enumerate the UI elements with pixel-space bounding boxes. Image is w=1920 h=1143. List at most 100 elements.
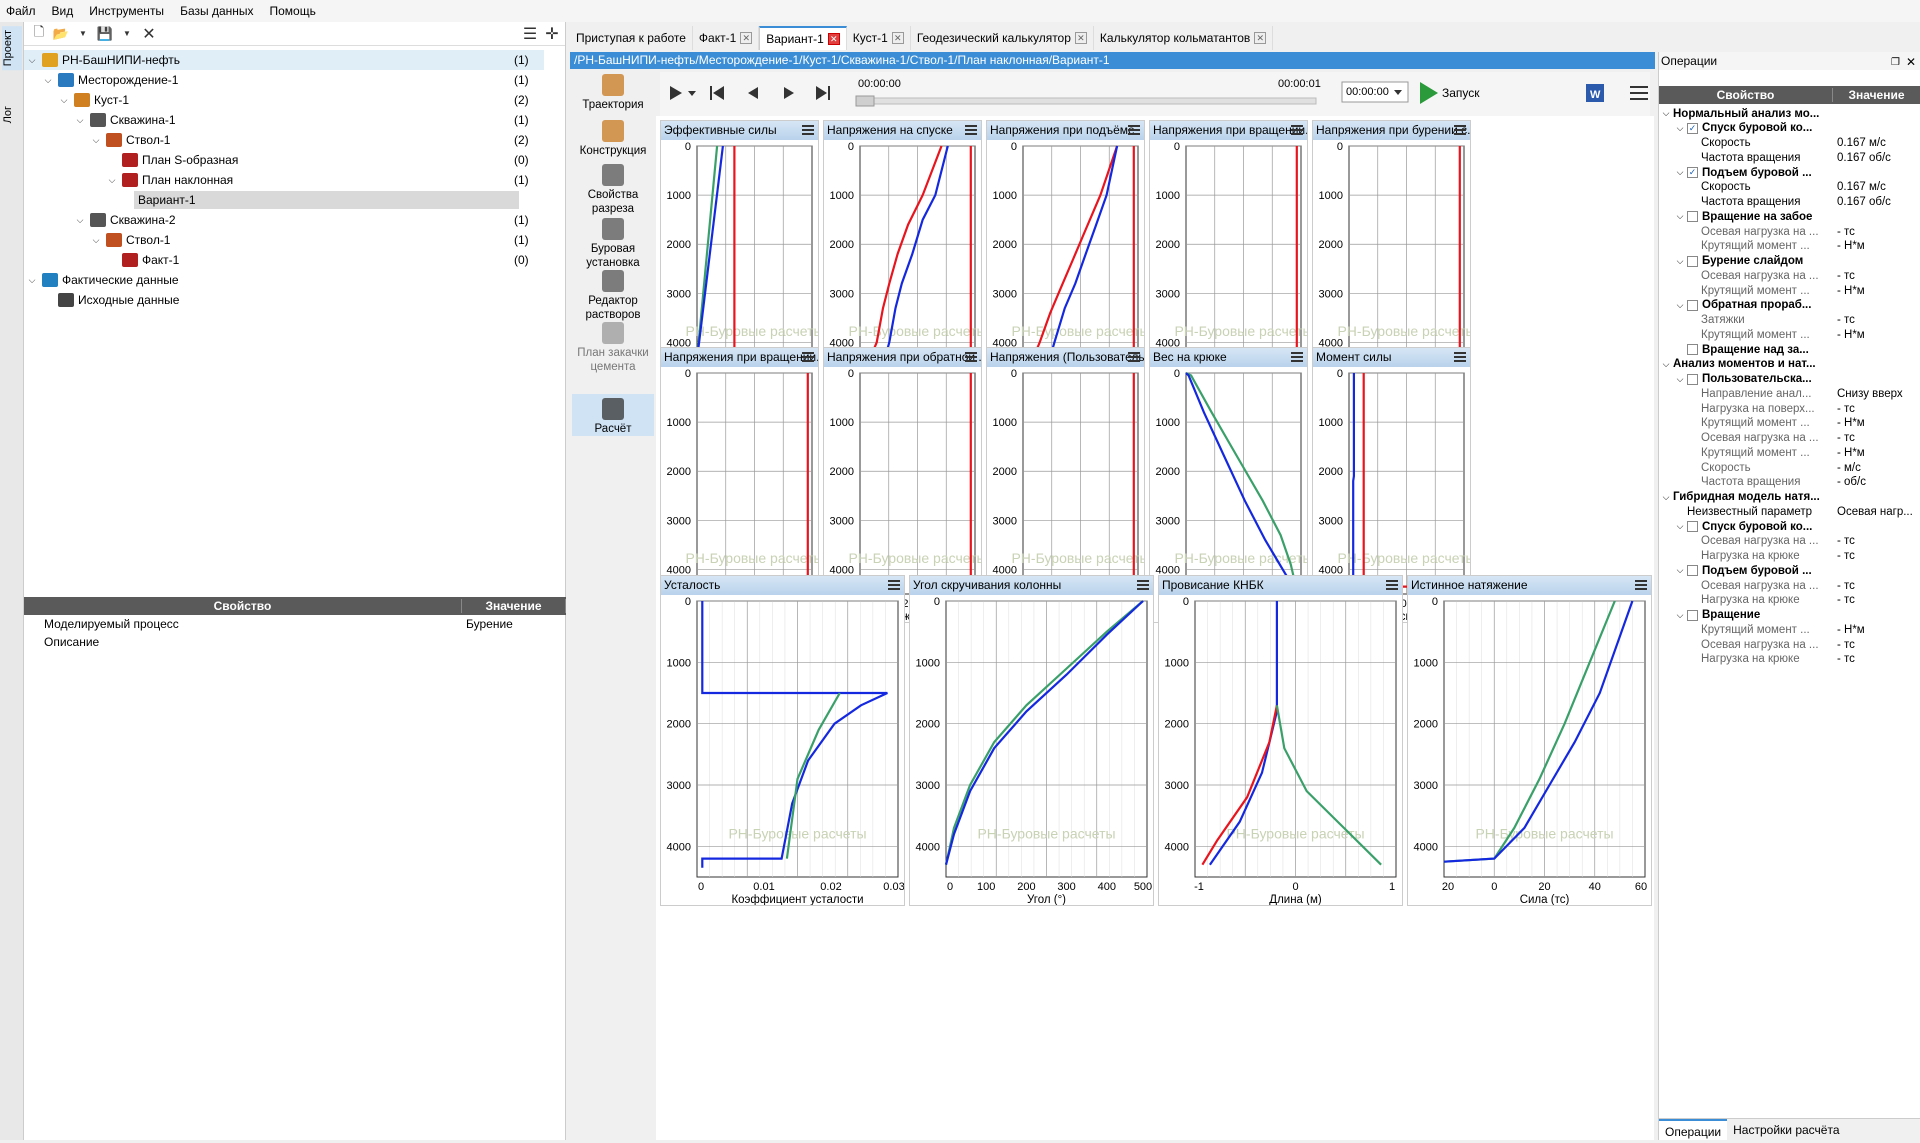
operation-property-row[interactable]: Направление анал... Снизу вверх <box>1659 386 1920 401</box>
checkbox[interactable] <box>1687 299 1698 311</box>
property-value[interactable]: 0.167 об/с <box>1837 196 1920 208</box>
property-value[interactable]: - Н*м <box>1837 240 1920 252</box>
operation-property-row[interactable]: Затяжки - тс <box>1659 313 1920 328</box>
menu-icon[interactable] <box>802 125 814 135</box>
close-icon[interactable]: ✕ <box>1906 53 1916 71</box>
menu-icon[interactable]: ☰ <box>521 25 539 43</box>
tab-project[interactable]: Проект <box>2 26 22 71</box>
tree-item[interactable]: ⌵ План наклонная (1) <box>24 170 544 190</box>
skip-start-icon[interactable] <box>710 86 724 100</box>
chevron-down-icon[interactable]: ⌵ <box>1673 167 1687 178</box>
property-value[interactable]: - тс <box>1837 270 1920 282</box>
tree-item[interactable]: ⌵ Ствол-1 (1) <box>24 230 544 250</box>
operation-property-row[interactable]: Осевая нагрузка на ... - тс <box>1659 637 1920 652</box>
tool-button[interactable]: Буровая установка <box>572 214 654 269</box>
chevron-down-icon[interactable]: ⌵ <box>1673 211 1687 222</box>
menu-icon[interactable] <box>1291 125 1303 135</box>
tree-item[interactable]: ⌵ Куст-1 (2) <box>24 90 544 110</box>
close-icon[interactable]: ✕ <box>1074 32 1087 44</box>
tree-item[interactable]: ⌵ Скважина-2 (1) <box>24 210 544 230</box>
tool-button[interactable]: Расчёт <box>572 394 654 436</box>
tree-item[interactable]: План S-образная (0) <box>24 150 544 170</box>
checkbox[interactable] <box>1687 521 1698 532</box>
checkbox[interactable] <box>1687 211 1698 223</box>
property-value[interactable]: Снизу вверх <box>1837 388 1920 400</box>
tree-item[interactable]: Исходные данные <box>24 290 544 310</box>
tree-item[interactable]: Вариант-1 <box>24 190 544 210</box>
property-value[interactable]: - Н*м <box>1837 417 1920 429</box>
close-icon[interactable]: ✕ <box>740 32 753 44</box>
operation-property-row[interactable]: Осевая нагрузка на ... - тс <box>1659 224 1920 239</box>
operation-toggle-row[interactable]: ⌵ Обратная прораб... <box>1659 298 1920 313</box>
operation-property-row[interactable]: Крутящий момент ... - Н*м <box>1659 416 1920 431</box>
property-value[interactable]: - тс <box>1837 639 1920 651</box>
operations-group[interactable]: ⌵ Нормальный анализ мо... <box>1659 106 1920 121</box>
chevron-down-icon[interactable]: ⌵ <box>90 235 102 246</box>
tab-document[interactable]: Вариант-1 ✕ <box>759 26 847 50</box>
operation-property-row[interactable]: Осевая нагрузка на ... - тс <box>1659 268 1920 283</box>
operation-toggle-row[interactable]: ⌵ Подъем буровой ... <box>1659 563 1920 578</box>
tree-item[interactable]: ⌵ Ствол-1 (2) <box>24 130 544 150</box>
property-value[interactable]: - Н*м <box>1837 447 1920 459</box>
tab-log[interactable]: Лог <box>2 102 22 127</box>
chevron-down-icon[interactable]: ⌵ <box>1659 359 1673 370</box>
property-value[interactable]: - тс <box>1837 314 1920 326</box>
chevron-down-icon[interactable]: ▼ <box>118 25 136 43</box>
tool-button[interactable]: Свойства разреза <box>572 160 654 215</box>
operation-property-row[interactable]: Скорость 0.167 м/с <box>1659 180 1920 195</box>
tool-button[interactable]: Редактор растворов <box>572 266 654 321</box>
tree-item[interactable]: ⌵ Месторождение-1 (1) <box>24 70 544 90</box>
chevron-down-icon[interactable]: ⌵ <box>1659 108 1673 119</box>
run-icon[interactable] <box>1420 82 1438 104</box>
checkbox[interactable] <box>1687 565 1698 577</box>
operations-group[interactable]: ⌵ Гибридная модель натя... <box>1659 490 1920 505</box>
chevron-down-icon[interactable]: ⌵ <box>26 275 38 286</box>
operation-property-row[interactable]: Частота вращения 0.167 об/с <box>1659 150 1920 165</box>
timeline-slider[interactable] <box>855 97 1317 105</box>
menu-item[interactable]: Вид <box>52 4 74 18</box>
chevron-down-icon[interactable]: ⌵ <box>42 75 54 86</box>
tab-document[interactable]: Факт-1 ✕ <box>692 26 760 50</box>
chevron-down-icon[interactable]: ⌵ <box>90 135 102 146</box>
operation-property-row[interactable]: Крутящий момент ... - Н*м <box>1659 445 1920 460</box>
tool-button[interactable]: Конструкция <box>572 116 654 157</box>
property-value[interactable]: - тс <box>1837 226 1920 238</box>
operation-property-row[interactable]: Скорость 0.167 м/с <box>1659 136 1920 151</box>
chevron-down-icon[interactable] <box>688 91 696 96</box>
operation-toggle-row[interactable]: ⌵ Пользовательска... <box>1659 372 1920 387</box>
new-file-icon[interactable]: 🗋 <box>30 24 48 43</box>
play-icon[interactable] <box>670 86 682 100</box>
tab-operations[interactable]: Операции <box>1659 1119 1728 1140</box>
checkbox[interactable]: ✓ <box>1687 122 1698 134</box>
operation-property-row[interactable]: Неизвестный параметр Осевая нагр... <box>1659 504 1920 519</box>
chevron-down-icon[interactable]: ⌵ <box>1673 374 1687 385</box>
tool-button[interactable]: План закачки цемента <box>572 318 654 373</box>
property-value[interactable]: - м/с <box>1837 462 1920 474</box>
operation-property-row[interactable]: Крутящий момент ... - Н*м <box>1659 622 1920 637</box>
menu-item[interactable]: Базы данных <box>180 4 253 18</box>
menu-icon[interactable] <box>1635 580 1647 590</box>
operation-property-row[interactable]: Нагрузка на крюке - тс <box>1659 652 1920 667</box>
operation-property-row[interactable]: Крутящий момент ... - Н*м <box>1659 283 1920 298</box>
operation-toggle-row[interactable]: ⌵ ✓ Подъем буровой ... <box>1659 165 1920 180</box>
chevron-down-icon[interactable]: ⌵ <box>58 95 70 106</box>
tool-button[interactable]: Траектория <box>572 70 654 111</box>
property-value[interactable]: - Н*м <box>1837 329 1920 341</box>
operation-toggle-row[interactable]: ⌵ Вращение на забое <box>1659 209 1920 224</box>
chevron-down-icon[interactable]: ⌵ <box>1673 300 1687 311</box>
menu-icon[interactable] <box>965 352 977 362</box>
close-icon[interactable]: ✕ <box>140 25 158 43</box>
chevron-down-icon[interactable]: ⌵ <box>106 175 118 186</box>
property-value[interactable]: - тс <box>1837 403 1920 415</box>
property-value[interactable]: - тс <box>1837 594 1920 606</box>
property-value[interactable]: - тс <box>1837 550 1920 562</box>
tree-item[interactable]: ⌵ Фактические данные <box>24 270 544 290</box>
menu-icon[interactable] <box>1454 352 1466 362</box>
close-icon[interactable]: ✕ <box>891 32 904 44</box>
step-back-icon[interactable] <box>748 87 758 99</box>
menu-icon[interactable] <box>1630 86 1648 100</box>
operation-property-row[interactable]: Нагрузка на поверх... - тс <box>1659 401 1920 416</box>
chevron-down-icon[interactable]: ⌵ <box>1673 256 1687 267</box>
property-value[interactable]: Бурение <box>462 617 566 631</box>
property-value[interactable]: 0.167 об/с <box>1837 152 1920 164</box>
